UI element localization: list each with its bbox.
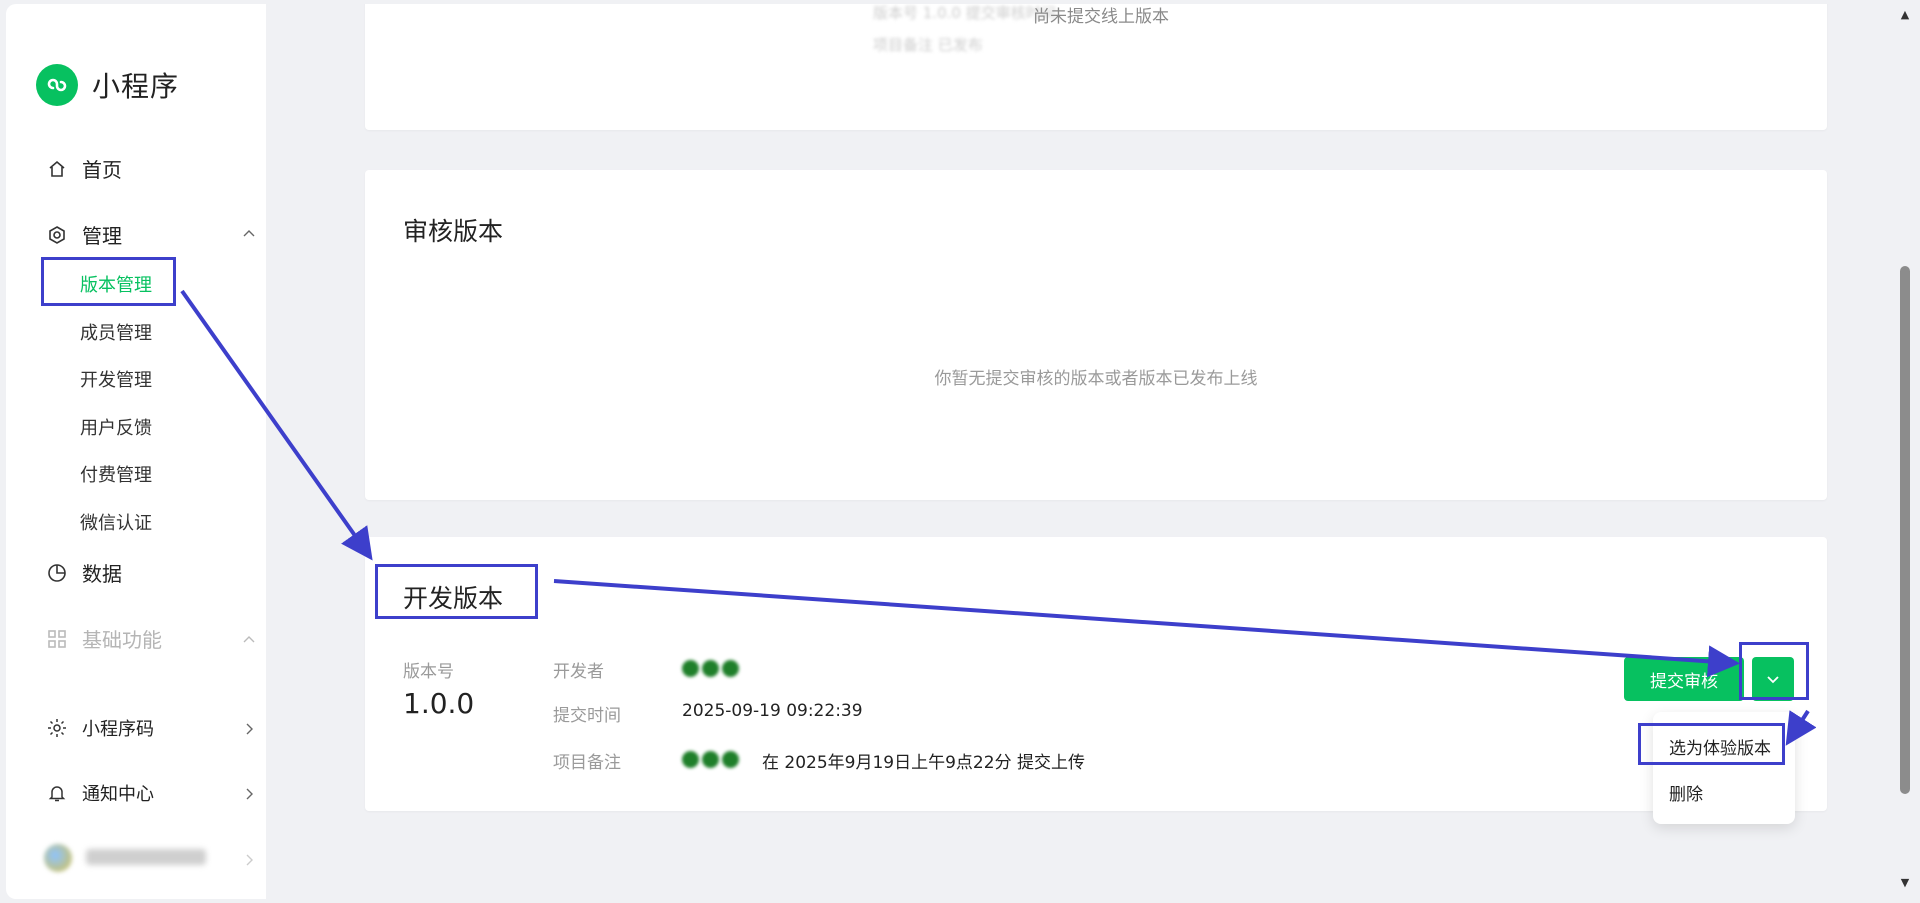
app-logo[interactable]: 小程序: [36, 64, 179, 106]
qrcode-icon: [46, 717, 68, 739]
nav-manage[interactable]: 管理: [46, 220, 122, 249]
chevron-right-icon[interactable]: [242, 853, 256, 867]
set-trial-version-option[interactable]: 选为体验版本: [1669, 734, 1771, 759]
user-name-blurred: [86, 849, 206, 865]
scrollbar-thumb[interactable]: [1900, 266, 1910, 794]
scroll-up-icon[interactable]: ▲: [1898, 8, 1912, 22]
project-note: 在 2025年9月19日上午9点22分 提交上传: [762, 753, 1085, 773]
version-label: 版本号: [403, 662, 454, 682]
sub-item-wechat-auth[interactable]: 微信认证: [80, 509, 152, 535]
grid-icon: [46, 628, 68, 650]
dev-version-card: 开发版本 版本号 1.0.0 开发者 提交时间 2025-09-19 09:22…: [365, 537, 1827, 811]
nav-notify[interactable]: 通知中心: [46, 780, 154, 806]
developer-avatar-blurred: [682, 660, 742, 677]
online-status: 尚未提交线上版本: [1033, 7, 1169, 27]
bell-icon: [46, 782, 68, 804]
faded-line-1: 版本号 1.0.0 提交审核时间: [873, 4, 1056, 22]
nav-basic-label: 基础功能: [82, 628, 162, 652]
home-icon: [46, 158, 68, 180]
more-actions-button[interactable]: [1752, 657, 1794, 701]
sub-item-payment[interactable]: 付费管理: [80, 461, 152, 487]
note-name-blurred: [682, 751, 742, 768]
review-empty-text: 你暂无提交审核的版本或者版本已发布上线: [934, 369, 1258, 389]
avatar[interactable]: [44, 844, 72, 872]
nav-data[interactable]: 数据: [46, 558, 122, 587]
chevron-up-icon[interactable]: [242, 226, 256, 240]
scroll-down-icon[interactable]: ▼: [1898, 876, 1912, 890]
app-frame: 小程序 首页 管理 版本管理 成员管理 开发管理 用户反馈 付费管理 微信认证 …: [6, 4, 1902, 899]
time-label: 提交时间: [553, 706, 621, 726]
note-label: 项目备注: [553, 753, 621, 773]
nav-mini-code[interactable]: 小程序码: [46, 715, 154, 741]
chevron-right-icon[interactable]: [242, 722, 256, 736]
developer-label: 开发者: [553, 662, 604, 682]
delete-option[interactable]: 删除: [1669, 780, 1703, 805]
app-title: 小程序: [92, 70, 180, 103]
version-number: 1.0.0: [403, 687, 475, 720]
actions-dropdown: 选为体验版本 删除: [1653, 712, 1795, 824]
nav-mini-code-label: 小程序码: [82, 719, 154, 740]
miniprogram-logo-icon: [36, 64, 78, 106]
nav-data-label: 数据: [82, 562, 122, 586]
pie-chart-icon: [46, 562, 68, 584]
online-version-card: 版本号 1.0.0 提交审核时间 尚未提交线上版本 项目备注 已发布: [365, 4, 1827, 130]
review-title: 审核版本: [403, 217, 504, 246]
chevron-down-icon: [1767, 676, 1779, 684]
submit-review-button[interactable]: 提交审核: [1624, 657, 1744, 701]
sub-item-feedback[interactable]: 用户反馈: [80, 414, 152, 440]
nav-notify-label: 通知中心: [82, 784, 154, 805]
manage-icon: [46, 224, 68, 246]
nav-manage-label: 管理: [82, 224, 122, 248]
sub-item-dev[interactable]: 开发管理: [80, 366, 152, 392]
faded-line-2: 项目备注 已发布: [873, 36, 983, 54]
nav-home-label: 首页: [82, 158, 122, 182]
chevron-right-icon[interactable]: [242, 787, 256, 801]
sidebar: 小程序 首页 管理 版本管理 成员管理 开发管理 用户反馈 付费管理 微信认证 …: [6, 4, 266, 899]
sub-item-version[interactable]: 版本管理: [80, 271, 152, 297]
chevron-up-icon[interactable]: [242, 632, 256, 646]
submit-time: 2025-09-19 09:22:39: [682, 701, 863, 721]
nav-basic[interactable]: 基础功能: [46, 624, 162, 653]
review-version-card: 审核版本 你暂无提交审核的版本或者版本已发布上线: [365, 170, 1827, 500]
nav-home[interactable]: 首页: [46, 154, 122, 183]
sub-item-member[interactable]: 成员管理: [80, 319, 152, 345]
dev-title: 开发版本: [403, 584, 504, 613]
